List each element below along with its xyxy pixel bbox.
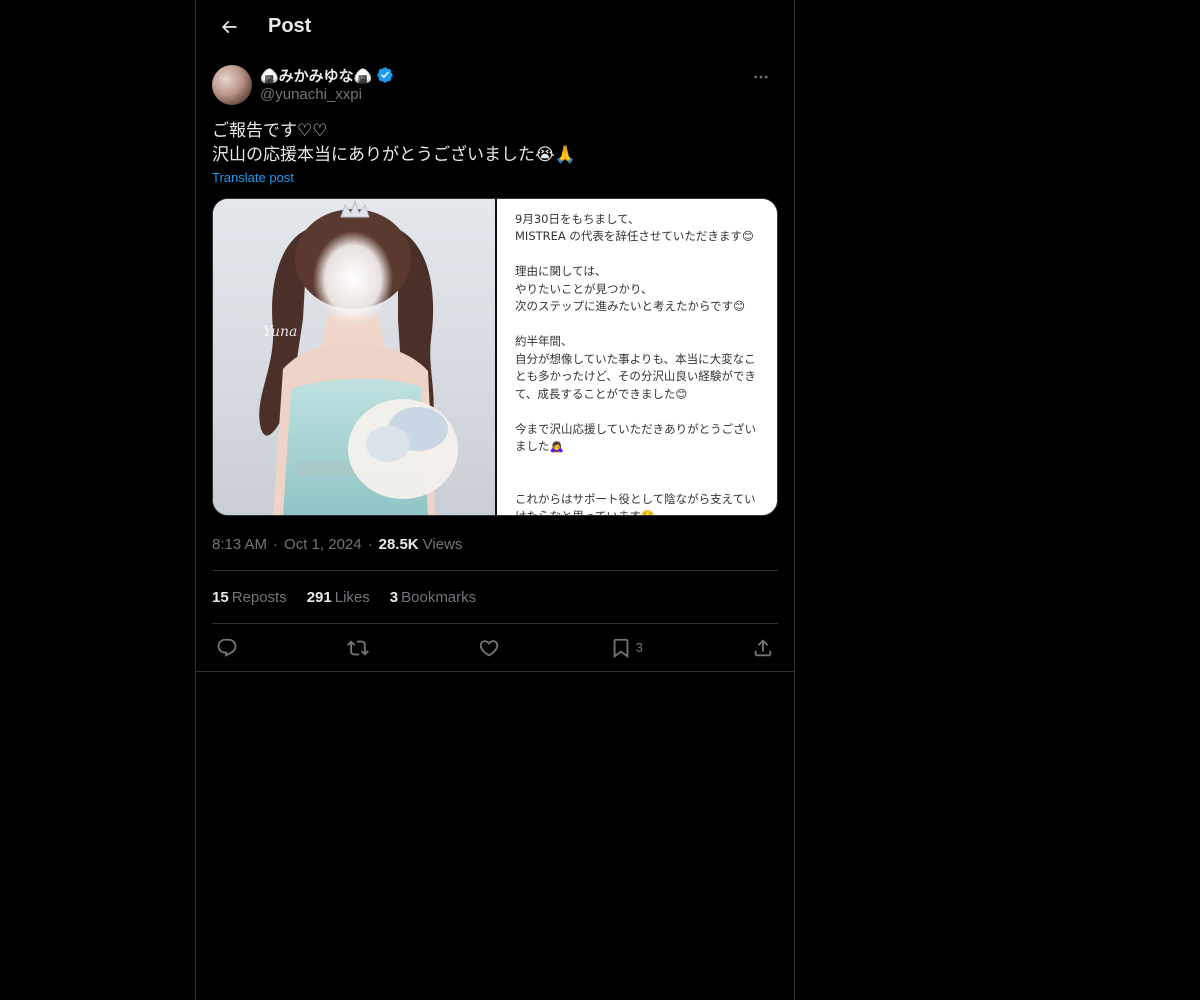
back-button[interactable] — [212, 10, 246, 44]
post: 🍙みかみゆな🍙 @yunachi_xxpi ご報告です♡♡ 沢山の応援本当にあり… — [196, 65, 794, 672]
share-button[interactable] — [752, 637, 774, 659]
meta-separator: · — [273, 535, 279, 553]
reposts-label: Reposts — [231, 588, 287, 606]
bookmark-count: 3 — [635, 640, 643, 655]
like-button[interactable] — [478, 637, 500, 659]
bookmarks-stat[interactable]: 3 Bookmarks — [390, 589, 476, 606]
portrait-illustration — [259, 199, 458, 515]
bookmark-icon — [613, 638, 628, 658]
reposts-count: 15 — [212, 588, 229, 606]
bookmarks-count: 3 — [389, 588, 399, 606]
bookmarks-label: Bookmarks — [401, 588, 477, 606]
handle[interactable]: @yunachi_xxpi — [260, 86, 394, 103]
back-arrow-icon — [221, 20, 237, 33]
photo-watermark: Yuna — [263, 324, 298, 340]
reposts-stat[interactable]: 15 Reposts — [212, 589, 287, 606]
bookmark-button[interactable]: 3 — [610, 637, 643, 659]
author-names: 🍙みかみゆな🍙 @yunachi_xxpi — [260, 65, 394, 103]
more-options-button[interactable] — [744, 65, 778, 89]
notice-image[interactable]: 9月30日をもちまして、 MISTREA の代表を辞任させていただきます😊 理由… — [497, 199, 777, 515]
heart-icon — [480, 639, 499, 656]
display-name[interactable]: 🍙みかみゆな🍙 — [260, 65, 372, 86]
post-meta: 8:13 AM · Oct 1, 2024 · 28.5K Views — [212, 534, 778, 554]
post-time[interactable]: 8:13 AM — [212, 536, 267, 553]
display-name-row: 🍙みかみゆな🍙 — [260, 65, 394, 85]
avatar[interactable] — [212, 65, 252, 105]
share-icon — [754, 638, 772, 656]
translate-post-link[interactable]: Translate post — [212, 170, 294, 185]
post-text: ご報告です♡♡ 沢山の応援本当にありがとうございました😭🙏 — [212, 121, 577, 164]
likes-count: 291 — [306, 588, 332, 606]
notice-text: 9月30日をもちまして、 MISTREA の代表を辞任させていただきます😊 理由… — [515, 211, 757, 516]
likes-label: Likes — [334, 588, 370, 606]
page-title: Post — [268, 15, 312, 37]
post-date[interactable]: Oct 1, 2024 — [284, 536, 362, 553]
more-icon — [754, 75, 768, 79]
repost-button[interactable] — [347, 637, 370, 659]
reply-icon — [217, 638, 237, 657]
engagement-stats: 15 Reposts 291 Likes 3 Bookmarks — [212, 571, 778, 623]
page-header: Post — [196, 0, 794, 53]
likes-stat[interactable]: 291 Likes — [307, 589, 370, 606]
views-count: 28.5K — [378, 535, 419, 553]
meta-separator: · — [367, 535, 373, 553]
repost-icon — [347, 640, 370, 655]
action-bar: 3 — [212, 623, 778, 671]
verified-badge-icon[interactable] — [376, 66, 394, 84]
post-media[interactable]: Yuna 9月30日をもちまして、 MISTREA の代表を辞任させていただきま… — [212, 198, 778, 516]
primary-column: Post 🍙みかみゆな🍙 @yunachi_xxpi ご報告です♡♡ 沢山の応援… — [195, 0, 795, 1000]
author-row: 🍙みかみゆな🍙 @yunachi_xxpi — [212, 65, 778, 105]
photo[interactable]: Yuna — [213, 199, 495, 515]
reply-button[interactable] — [216, 637, 238, 659]
views-label: Views — [422, 535, 463, 553]
